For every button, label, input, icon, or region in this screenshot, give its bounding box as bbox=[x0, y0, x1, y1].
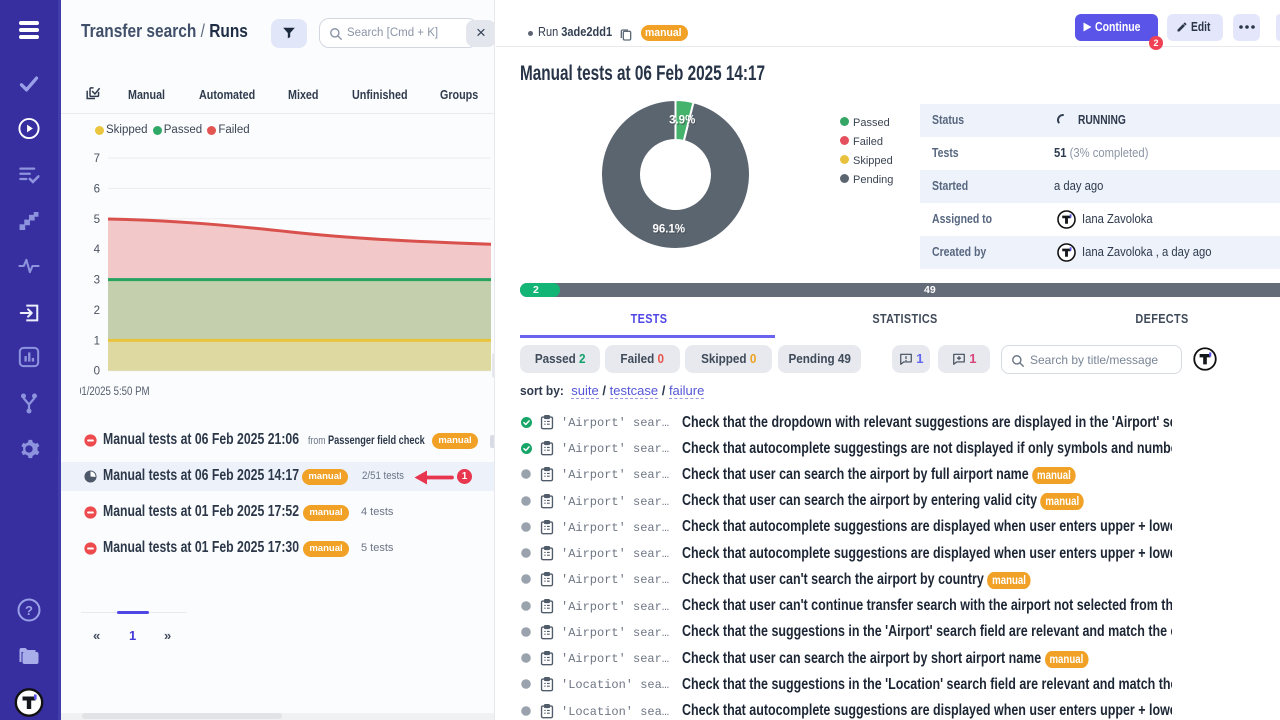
svg-text:6: 6 bbox=[94, 183, 100, 195]
svg-text:1: 1 bbox=[94, 335, 100, 347]
svg-text:4: 4 bbox=[94, 244, 101, 256]
svg-text:96.1%: 96.1% bbox=[652, 224, 685, 236]
svg-text:0: 0 bbox=[94, 366, 100, 378]
svg-text:?: ? bbox=[25, 603, 33, 618]
svg-text:3: 3 bbox=[94, 275, 100, 287]
svg-text:3.9%: 3.9% bbox=[669, 115, 695, 127]
svg-text:7: 7 bbox=[94, 153, 100, 165]
svg-text:5: 5 bbox=[94, 214, 100, 226]
svg-text:2: 2 bbox=[94, 305, 100, 317]
